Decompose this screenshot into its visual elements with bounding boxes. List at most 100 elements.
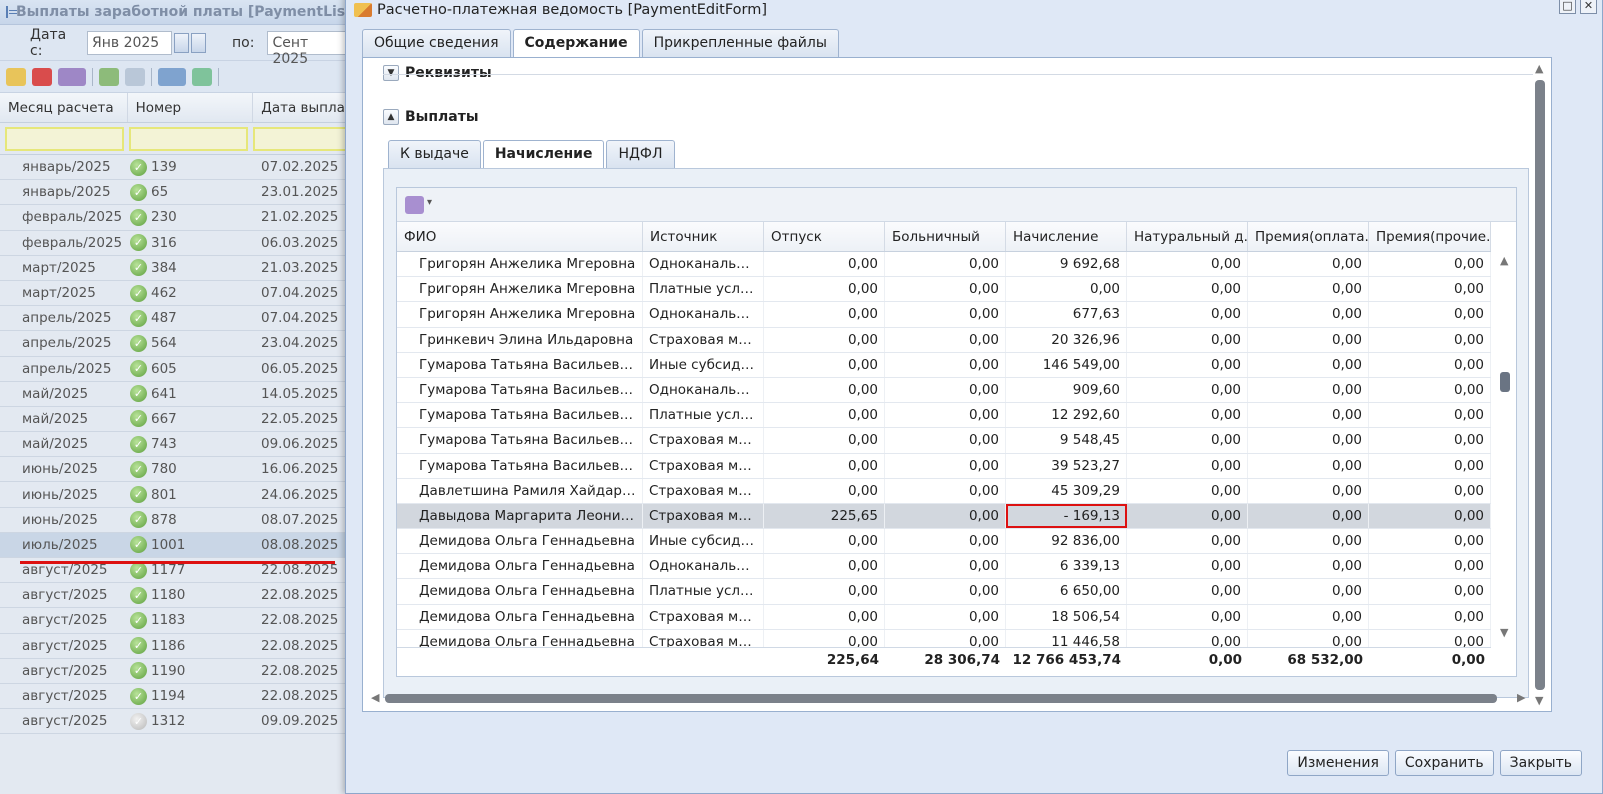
number-value: 462 [151,285,177,302]
column-header-number[interactable]: Номер [128,93,254,122]
date-to-field[interactable]: Сент 2025 [267,30,352,67]
table-row[interactable]: июнь/2025 ✓ 801 24.06.2025 [0,482,352,508]
table-row[interactable]: Гумарова Татьяна Васильевна Страховая мед… [397,428,1491,454]
tab-ndfl[interactable]: НДФЛ [606,140,675,168]
table-row[interactable]: февраль/2025 ✓ 230 21.02.2025 [0,205,352,231]
delete-icon[interactable] [32,67,52,86]
bonus-other-cell: 0,00 [1369,352,1491,377]
column-header-bonus-other[interactable]: Премия(прочие... [1369,222,1491,251]
edit-icon[interactable] [6,67,26,86]
table-row[interactable]: март/2025 ✓ 384 21.03.2025 [0,256,352,281]
table-row[interactable]: май/2025 ✓ 667 22.05.2025 [0,407,352,433]
column-header-sick[interactable]: Больничный [885,222,1006,251]
number-cell: ✓ 65 [128,183,254,201]
table-row[interactable]: Демидова Ольга Геннадьевна Платные услуг.… [397,579,1491,605]
table-row[interactable]: Давлетшина Рамиля Хайдаровна Страховая ме… [397,478,1491,504]
panel-scroll-thumb[interactable] [1535,80,1545,690]
expand-icon[interactable]: ▼ [383,65,399,81]
save-button[interactable]: Сохранить [1394,750,1494,776]
approve-icon[interactable] [99,67,119,86]
panel-hscroll-thumb[interactable] [385,694,1497,703]
gear-menu-icon[interactable] [58,67,86,86]
table-row[interactable]: Гринкевич Элина Ильдаровна Страховая мед.… [397,327,1491,353]
date-from-picker-button[interactable] [173,32,189,53]
column-header-natural[interactable]: Натуральный д... [1127,222,1248,251]
table-row[interactable]: июль/2025 ✓ 1001 08.08.2025 [0,532,352,558]
column-header-fio[interactable]: ФИО [397,222,643,251]
date-from-field[interactable]: Янв 2025 [87,30,172,55]
table-row[interactable]: апрель/2025 ✓ 564 23.04.2025 [0,331,352,357]
content-panel: ▼ Реквизиты ▲ Выплаты К выдаче Начислени… [362,57,1552,712]
gear-menu-icon[interactable] [405,195,432,214]
unapprove-icon[interactable] [125,67,145,86]
table-row[interactable]: июнь/2025 ✓ 878 08.07.2025 [0,508,352,533]
maximize-icon[interactable]: □ [1559,0,1576,14]
table-row[interactable]: март/2025 ✓ 462 07.04.2025 [0,281,352,307]
tab-to-pay[interactable]: К выдаче [388,140,481,168]
date-filter-input[interactable] [252,126,352,151]
scroll-up-icon[interactable]: ▲ [1535,62,1543,75]
column-header-date[interactable]: Дата выплаты [253,93,352,122]
table-row[interactable]: август/2025 ✓ 1183 22.08.2025 [0,608,352,634]
sick-cell: 0,00 [885,604,1006,629]
panel-vertical-scrollbar[interactable]: ▲ ▼ [1533,60,1549,710]
scroll-down-icon[interactable]: ▼ [1535,694,1543,707]
table-row[interactable]: Демидова Ольга Геннадьевна Иные субсидии.… [397,529,1491,555]
grid-vertical-scrollbar[interactable]: ▲ ▼ [1498,252,1512,642]
table-row[interactable]: август/2025 ✓ 1194 22.08.2025 [0,684,352,710]
table-row[interactable]: февраль/2025 ✓ 316 06.03.2025 [0,231,352,256]
table-row[interactable]: август/2025 ✓ 1312 09.09.2025 [0,709,352,735]
grid-scroll-thumb[interactable] [1500,372,1510,392]
selection-underline [20,561,335,564]
table-row[interactable]: апрель/2025 ✓ 605 06.05.2025 [0,357,352,382]
scroll-right-icon[interactable]: ▶ [1517,691,1525,704]
print-icon[interactable] [158,67,186,86]
tab-attachments[interactable]: Прикрепленные файлы [641,29,839,57]
table-row[interactable]: Давыдова Маргарита Леонидовна Страховая м… [397,503,1491,530]
table-row[interactable]: Гумарова Татьяна Васильевна Страховая мед… [397,453,1491,479]
scroll-down-icon[interactable]: ▼ [1500,626,1508,639]
refresh-icon[interactable] [192,67,212,86]
date-from-apply-button[interactable] [190,32,207,53]
table-row[interactable]: апрель/2025 ✓ 487 07.04.2025 [0,306,352,332]
section-payments[interactable]: ▲ Выплаты [383,109,478,125]
close-button[interactable]: Закрыть [1499,750,1582,776]
table-row[interactable]: Григорян Анжелика Мгеровна Платные услуг.… [397,277,1491,303]
column-header-source[interactable]: Источник [643,222,764,251]
number-filter-input[interactable] [128,126,248,151]
table-row[interactable]: Демидова Ольга Геннадьевна Страховая мед.… [397,604,1491,630]
scroll-left-icon[interactable]: ◀ [371,691,379,704]
number-cell: ✓ 564 [128,334,254,352]
tab-content[interactable]: Содержание [512,29,640,58]
column-header-vacation[interactable]: Отпуск [764,222,885,251]
bonus-pay-cell: 0,00 [1248,478,1369,503]
tab-accrual[interactable]: Начисление [482,140,605,169]
table-row[interactable]: Демидова Ольга Геннадьевна Страховая мед.… [397,629,1491,647]
table-row[interactable]: Гумарова Татьяна Васильевна Иные субсидии… [397,352,1491,378]
column-header-month[interactable]: Месяц расчета [0,93,128,122]
table-row[interactable]: май/2025 ✓ 641 14.05.2025 [0,382,352,407]
table-row[interactable]: июнь/2025 ✓ 780 16.06.2025 [0,457,352,483]
table-row[interactable]: Гумарова Татьяна Васильевна Одноканальное… [397,377,1491,404]
table-row[interactable]: август/2025 ✓ 1186 22.08.2025 [0,634,352,659]
table-row[interactable]: Гумарова Татьяна Васильевна Платные услуг… [397,403,1491,429]
table-row[interactable]: Демидова Ольга Геннадьевна Одноканальное.… [397,554,1491,580]
month-filter-input[interactable] [5,126,124,151]
table-row[interactable]: Григорян Анжелика Мгеровна Одноканальное.… [397,252,1491,278]
column-header-accrual[interactable]: Начисление [1006,222,1127,251]
table-row[interactable]: Григорян Анжелика Мгеровна Одноканальное.… [397,302,1491,328]
tab-general[interactable]: Общие сведения [362,29,511,57]
table-row[interactable]: январь/2025 ✓ 65 23.01.2025 [0,180,352,206]
panel-horizontal-scrollbar[interactable]: ◀ ▶ [371,691,1531,705]
section-requisites[interactable]: ▼ Реквизиты [383,65,492,81]
column-header-bonus-pay[interactable]: Премия(оплата... [1248,222,1369,251]
table-row[interactable]: январь/2025 ✓ 139 07.02.2025 [0,155,352,181]
accrual-cell: 12 292,60 [1006,403,1127,428]
collapse-icon[interactable]: ▲ [383,109,399,125]
changes-button[interactable]: Изменения [1287,750,1389,776]
table-row[interactable]: август/2025 ✓ 1180 22.08.2025 [0,583,352,609]
close-icon[interactable]: ✕ [1580,0,1597,14]
scroll-up-icon[interactable]: ▲ [1500,254,1508,267]
table-row[interactable]: август/2025 ✓ 1190 22.08.2025 [0,659,352,684]
table-row[interactable]: май/2025 ✓ 743 09.06.2025 [0,432,352,458]
